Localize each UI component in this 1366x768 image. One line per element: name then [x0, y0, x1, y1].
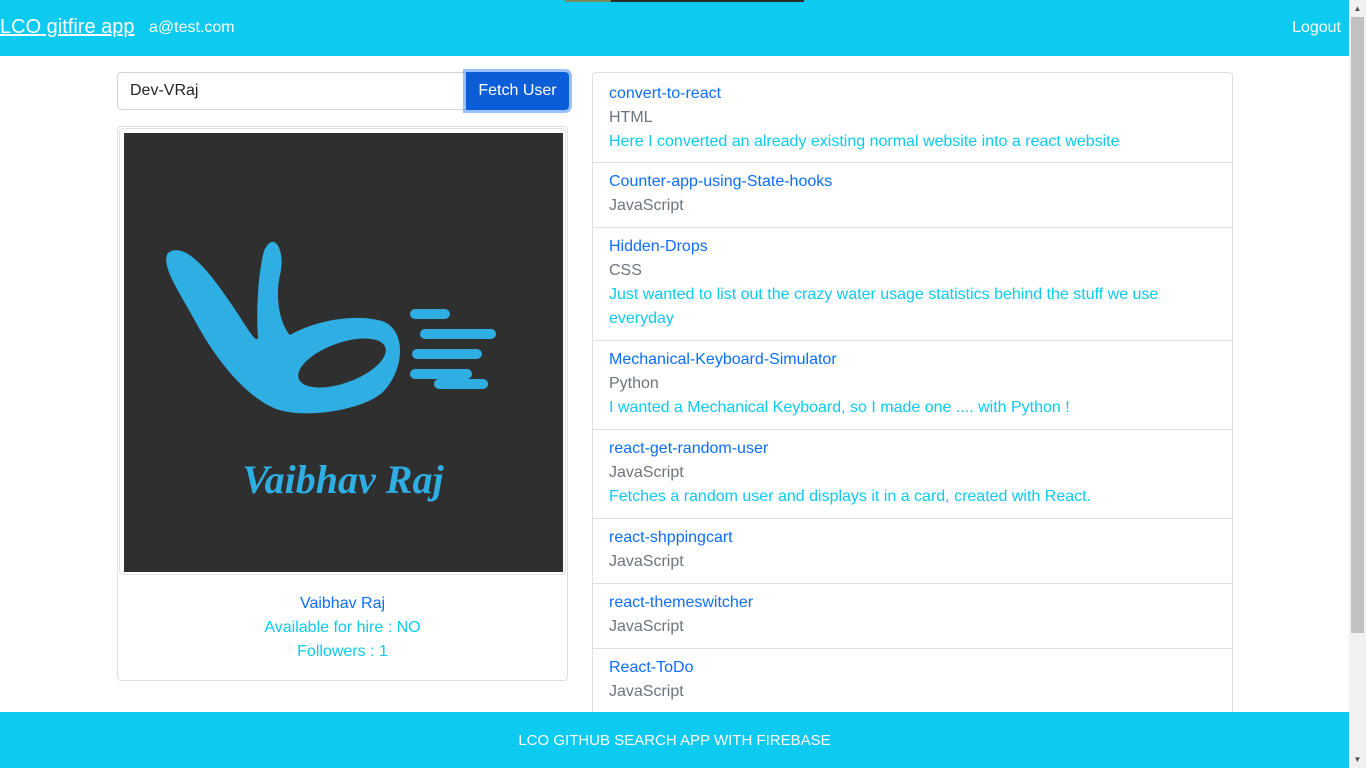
avatar: Vaibhav Raj	[124, 133, 563, 572]
brand-link[interactable]: LCO gitfire app	[0, 16, 135, 39]
repo-language: JavaScript	[609, 197, 684, 214]
repo-description: Fetches a random user and displays it in…	[609, 488, 1092, 505]
repo-name-link[interactable]: react-shppingcart	[609, 526, 1216, 550]
repo-description: Here I converted an already existing nor…	[609, 133, 1120, 150]
scroll-down-arrow-icon[interactable]: ▼	[1349, 751, 1366, 768]
repo-item: react-themeswitcher JavaScript	[593, 583, 1232, 649]
repo-list: convert-to-react HTML Here I converted a…	[592, 72, 1233, 712]
scrollbar-thumb[interactable]	[1351, 17, 1364, 633]
repo-language: Python	[609, 375, 659, 392]
user-name: Vaibhav Raj	[299, 595, 386, 612]
repo-language: CSS	[609, 262, 642, 279]
avatar-frame: Vaibhav Raj	[119, 128, 566, 575]
repo-language: HTML	[609, 109, 653, 126]
fetch-user-button[interactable]: Fetch User	[466, 72, 569, 110]
navbar: LCO gitfire app a@test.com Logout	[0, 0, 1349, 56]
repo-language: JavaScript	[609, 553, 684, 570]
repo-item: react-get-random-user JavaScript Fetches…	[593, 429, 1232, 519]
repo-item: convert-to-react HTML Here I converted a…	[593, 73, 1232, 163]
scroll-up-arrow-icon[interactable]: ▲	[1349, 0, 1366, 17]
repo-name-link[interactable]: convert-to-react	[609, 82, 1216, 106]
footer: LCO GITHUB SEARCH APP WITH FIREBASE	[0, 712, 1349, 768]
hire-status: Available for hire : NO	[264, 619, 421, 636]
repo-description: I wanted a Mechanical Keyboard, so I mad…	[609, 399, 1070, 416]
repo-description: Just wanted to list out the crazy water …	[609, 286, 1159, 327]
repo-item: react-shppingcart JavaScript	[593, 518, 1232, 584]
repo-name-link[interactable]: Hidden-Drops	[609, 235, 1192, 259]
repo-name-link[interactable]: React-ToDo	[609, 656, 1216, 680]
avatar-logo-text: Vaibhav Raj	[242, 457, 444, 502]
repo-language: JavaScript	[609, 464, 684, 481]
top-strip-accent	[565, 0, 611, 2]
repo-name-link[interactable]: Counter-app-using-State-hooks	[609, 170, 1216, 194]
username-input[interactable]	[117, 72, 467, 110]
repo-name-link[interactable]: react-themeswitcher	[609, 591, 1216, 615]
repo-language: JavaScript	[609, 683, 684, 700]
repo-item: Mechanical-Keyboard-Simulator Python I w…	[593, 340, 1232, 430]
page-scrollbar[interactable]: ▲ ▼	[1349, 0, 1366, 768]
repo-item: React-ToDo JavaScript	[593, 648, 1232, 712]
repo-item: Hidden-Drops CSS Just wanted to list out…	[593, 227, 1232, 341]
user-card: Vaibhav Raj Vaibhav Raj Available for hi…	[117, 126, 568, 681]
user-email: a@test.com	[149, 19, 235, 36]
repo-language: JavaScript	[609, 618, 684, 635]
repo-name-link[interactable]: react-get-random-user	[609, 437, 1216, 461]
logout-link[interactable]: Logout	[1292, 19, 1341, 37]
repo-item: Counter-app-using-State-hooks JavaScript	[593, 162, 1232, 228]
repo-name-link[interactable]: Mechanical-Keyboard-Simulator	[609, 348, 1216, 372]
footer-text: LCO GITHUB SEARCH APP WITH FIREBASE	[518, 732, 831, 749]
followers-count: Followers : 1	[297, 643, 388, 660]
